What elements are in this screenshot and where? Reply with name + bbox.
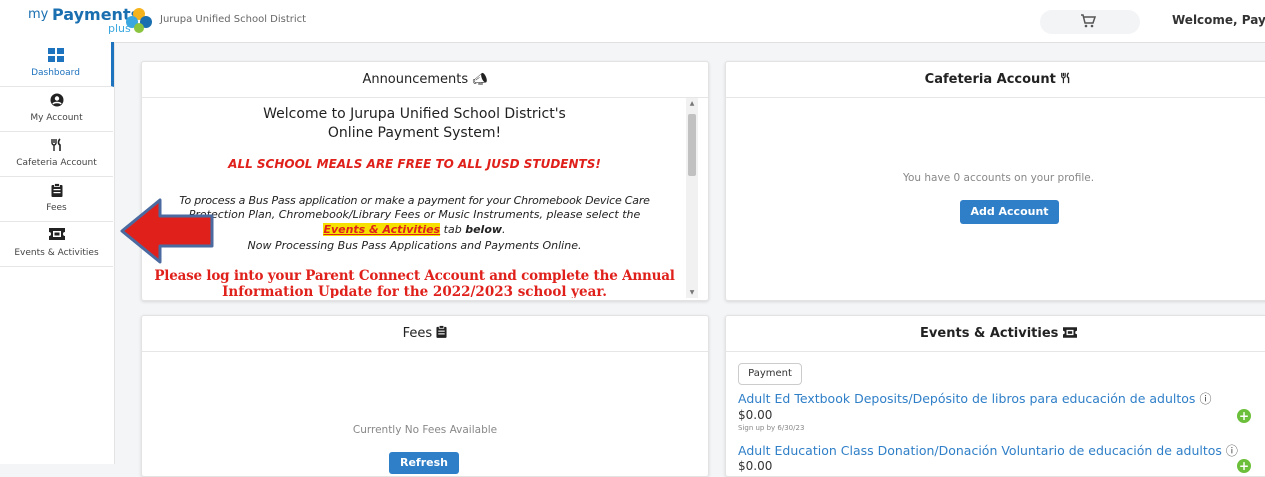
megaphone-icon: 📣︎ — [472, 72, 488, 86]
mypaymentsplus-logo[interactable]: my Payments plus — [22, 4, 152, 38]
below-text: below — [465, 223, 503, 236]
ticket-icon — [0, 228, 113, 244]
event-amount: $0.00 — [738, 459, 773, 473]
fees-header: Fees — [142, 316, 708, 352]
announcements-card: Announcements 📣︎ Welcome to Jurupa Unifi… — [141, 61, 709, 301]
parent-connect-line-2: Information Update for the 2022/2023 sch… — [222, 284, 607, 298]
fees-card: Fees Currently No Fees Available Refresh — [141, 315, 709, 477]
help-icon[interactable]: ⓘ — [1226, 444, 1238, 458]
fork-knife-icon — [0, 138, 113, 154]
user-icon — [0, 93, 113, 109]
announcements-title: Announcements — [362, 72, 469, 87]
fork-knife-icon — [1060, 72, 1072, 87]
no-accounts-text: You have 0 accounts on your profile. — [902, 172, 1095, 184]
sidebar: Dashboard My Account Cafeteria Account F… — [0, 42, 115, 464]
announcements-scrollbar[interactable]: ▲ ▼ — [686, 98, 698, 298]
cafeteria-header: Cafeteria Account — [726, 62, 1265, 98]
district-name: Jurupa Unified School District — [160, 14, 307, 25]
event-title-link[interactable]: Adult Ed Textbook Deposits/Depósito de l… — [738, 390, 1211, 407]
announcements-body[interactable]: Welcome to Jurupa Unified School Distric… — [142, 98, 687, 298]
scroll-up-icon[interactable]: ▲ — [686, 100, 698, 107]
add-event-plus-icon[interactable]: + — [1237, 409, 1251, 423]
fees-title: Fees — [402, 326, 433, 341]
welcome-line-1: Welcome to Jurupa Unified School Distric… — [263, 106, 566, 122]
cafeteria-account-card: Cafeteria Account You have 0 accounts on… — [725, 61, 1265, 301]
shopping-cart-icon[interactable] — [1080, 13, 1096, 29]
sidebar-item-label: Fees — [46, 203, 67, 213]
sidebar-item-label: Dashboard — [31, 68, 80, 78]
sidebar-item-events-activities[interactable]: Events & Activities — [0, 222, 113, 267]
parent-connect-line-1: Please log into your Parent Connect Acco… — [154, 268, 675, 284]
refresh-button[interactable]: Refresh — [389, 452, 459, 474]
process-line-1: To process a Bus Pass application or mak… — [179, 194, 650, 207]
add-event-plus-icon[interactable]: + — [1237, 459, 1251, 473]
scroll-down-icon[interactable]: ▼ — [686, 289, 698, 296]
top-bar: my Payments plus Jurupa Unified School D… — [0, 0, 1265, 43]
sidebar-item-label: My Account — [30, 113, 83, 123]
event-title-link[interactable]: Adult Education Class Donation/Donación … — [738, 442, 1238, 459]
free-meals-notice: ALL SCHOOL MEALS ARE FREE TO ALL JUSD ST… — [228, 157, 601, 171]
dashboard-icon — [0, 48, 111, 64]
logo-my-text: my — [28, 7, 49, 22]
sidebar-item-fees[interactable]: Fees — [0, 177, 113, 222]
no-fees-text: Currently No Fees Available — [352, 424, 498, 436]
event-title-text: Adult Ed Textbook Deposits/Depósito de l… — [738, 391, 1196, 406]
event-amount: $0.00 — [738, 408, 773, 422]
clipboard-icon — [436, 325, 447, 341]
sidebar-item-label: Cafeteria Account — [16, 158, 97, 168]
logo-mark-icon — [126, 8, 152, 33]
sidebar-item-label: Events & Activities — [14, 248, 99, 258]
events-link-line: Events & Activities tab below. — [142, 223, 687, 236]
sidebar-item-my-account[interactable]: My Account — [0, 87, 113, 132]
payment-filter-button[interactable]: Payment — [738, 363, 802, 385]
add-account-button[interactable]: Add Account — [960, 200, 1059, 224]
sidebar-item-cafeteria-account[interactable]: Cafeteria Account — [0, 132, 113, 177]
sidebar-item-dashboard[interactable]: Dashboard — [0, 42, 114, 87]
clipboard-icon — [0, 183, 113, 199]
process-line-2: Protection Plan, Chromebook/Library Fees… — [188, 208, 641, 221]
ticket-icon — [1062, 326, 1077, 341]
announcements-header: Announcements 📣︎ — [142, 62, 708, 98]
red-arrow-annotation — [120, 198, 214, 264]
events-header: Events & Activities — [726, 316, 1265, 352]
events-activities-link[interactable]: Events & Activities — [323, 223, 441, 236]
event-signup-date: Sign up by 6/30/23 — [738, 424, 805, 432]
welcome-menu[interactable]: Welcome, Pay — [1172, 13, 1265, 27]
help-icon[interactable]: ⓘ — [1199, 392, 1211, 406]
events-activities-card: Events & Activities Payment Adult Ed Tex… — [725, 315, 1265, 477]
tab-text: tab — [440, 223, 466, 236]
period-text: . — [502, 223, 506, 236]
now-processing-text: Now Processing Bus Pass Applications and… — [247, 239, 582, 252]
welcome-line-2: Online Payment System! — [327, 125, 502, 141]
events-title: Events & Activities — [920, 326, 1059, 341]
cafeteria-title: Cafeteria Account — [924, 72, 1056, 87]
event-title-text: Adult Education Class Donation/Donación … — [738, 443, 1222, 458]
scroll-thumb[interactable] — [688, 114, 696, 176]
